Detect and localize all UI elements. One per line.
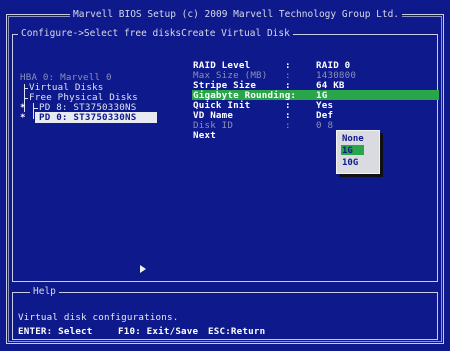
tree-line xyxy=(33,103,34,119)
window-title: Marvell BIOS Setup (c) 2009 Marvell Tech… xyxy=(70,9,403,20)
key-hint-enter: ENTER: Select xyxy=(18,326,93,337)
dropdown-option-10g[interactable]: 10G xyxy=(342,158,358,168)
help-title: Help xyxy=(30,286,59,297)
help-description: Virtual disk configurations. xyxy=(18,312,179,323)
tree-branch xyxy=(24,88,28,89)
next-button[interactable]: Next xyxy=(193,130,216,141)
bios-screen: Marvell BIOS Setup (c) 2009 Marvell Tech… xyxy=(0,0,450,351)
tree-branch xyxy=(24,98,28,99)
breadcrumb: Configure->Select free disksCreate Virtu… xyxy=(18,28,293,39)
rounding-dropdown[interactable]: None 1G 10G xyxy=(336,130,380,174)
tree-branch xyxy=(33,108,38,109)
pd0-mark: * xyxy=(20,112,26,123)
dropdown-option-1g[interactable]: 1G xyxy=(342,146,353,156)
field-sep: : xyxy=(285,120,291,131)
key-hint-esc: ESC:Return xyxy=(208,326,266,337)
key-hint-f10: F10: Exit/Save xyxy=(118,326,199,337)
field-value: 0 8 xyxy=(316,120,334,131)
tree-pd0[interactable]: PD 0: ST3750330NS xyxy=(39,112,136,123)
dropdown-option-none[interactable]: None xyxy=(342,134,364,144)
cursor-arrow-icon xyxy=(140,265,146,273)
